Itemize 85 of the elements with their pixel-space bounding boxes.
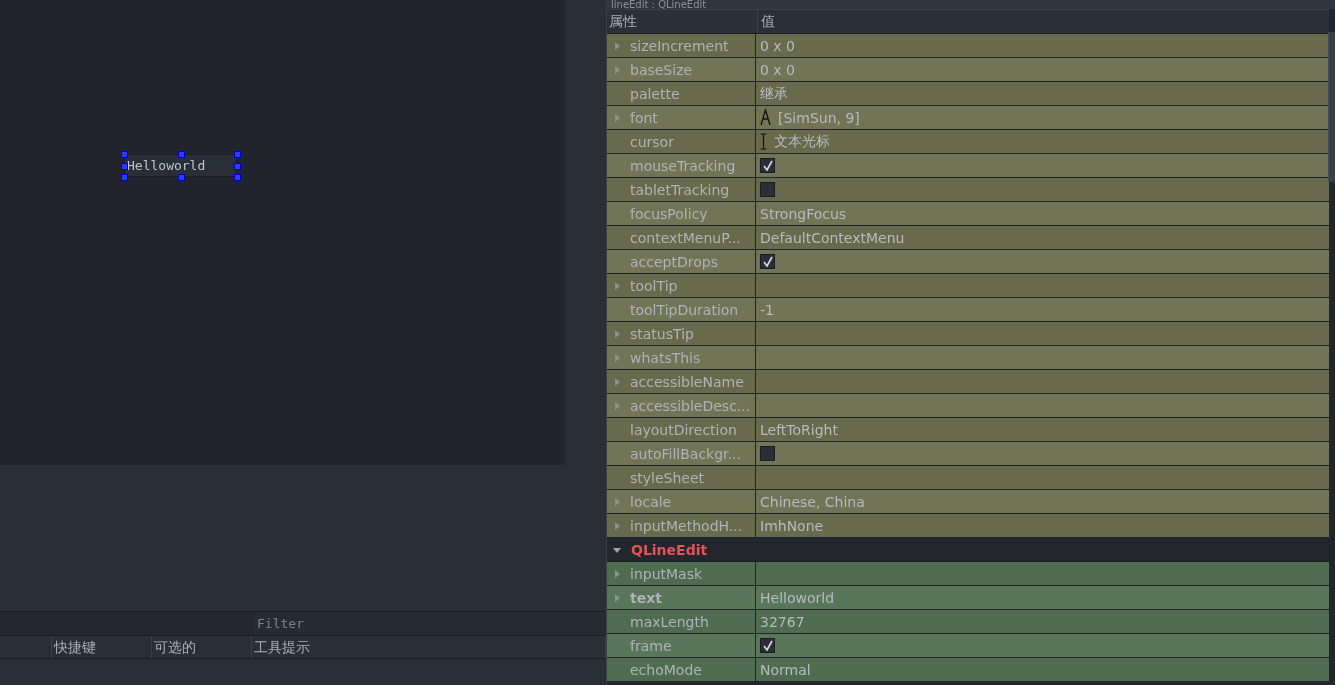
property-row[interactable]: mouseTracking — [607, 154, 1329, 178]
property-value: Helloworld — [760, 589, 835, 606]
property-row[interactable]: accessibleDesc... — [607, 394, 1329, 418]
property-name: text — [630, 589, 662, 606]
property-name: font — [630, 109, 658, 126]
property-name: tabletTracking — [630, 181, 730, 198]
property-name: locale — [630, 493, 672, 510]
property-value: 0 x 0 — [760, 37, 795, 54]
property-row[interactable]: acceptDrops — [607, 250, 1329, 274]
property-name: accessibleDesc... — [630, 397, 751, 414]
property-name: autoFillBackgr... — [630, 445, 741, 462]
filter-field[interactable]: Filter — [254, 612, 606, 635]
property-name: sizeIncrement — [630, 37, 729, 54]
property-name: accessibleName — [630, 373, 744, 390]
line-edit[interactable]: Helloworld — [124, 154, 237, 177]
property-row[interactable]: frame — [607, 634, 1329, 658]
property-name: palette — [630, 85, 680, 102]
property-value: Normal — [760, 661, 811, 678]
property-name: baseSize — [630, 61, 693, 78]
property-row[interactable]: font [SimSun, 9] — [607, 106, 1329, 130]
property-name: acceptDrops — [630, 253, 718, 270]
property-value: ImhNone — [760, 517, 824, 534]
property-value: 文本光标 — [774, 132, 830, 151]
property-name: mouseTracking — [630, 157, 736, 174]
property-name: maxLength — [630, 613, 709, 630]
property-value: Chinese, China — [760, 493, 865, 510]
property-value: StrongFocus — [760, 205, 847, 222]
font-icon — [760, 109, 771, 126]
property-value: 32767 — [760, 613, 805, 630]
property-name: cursor — [630, 133, 674, 150]
resize-handle[interactable] — [177, 151, 185, 158]
resize-handle[interactable] — [177, 174, 185, 181]
property-row[interactable]: focusPolicy StrongFocus — [607, 202, 1329, 226]
property-row[interactable]: inputMethodH... ImhNone — [607, 514, 1329, 538]
property-row[interactable]: sizeIncrement 0 x 0 — [607, 34, 1329, 58]
property-value: DefaultContextMenu — [760, 229, 905, 246]
property-value: 0 x 0 — [760, 61, 795, 78]
checkbox[interactable] — [760, 446, 775, 461]
column-header[interactable]: 属性 — [607, 10, 758, 33]
checkbox[interactable] — [760, 254, 775, 269]
property-row[interactable]: text Helloworld — [607, 586, 1329, 610]
property-row[interactable]: contextMenuP... DefaultContextMenu — [607, 226, 1329, 250]
checkbox[interactable] — [760, 182, 775, 197]
property-row[interactable]: palette 继承 — [607, 82, 1329, 106]
scrollbar[interactable] — [1328, 32, 1335, 182]
group-name: QLineEdit — [631, 541, 708, 558]
property-name: layoutDirection — [630, 421, 737, 438]
property-value: -1 — [760, 301, 774, 318]
property-name: toolTip — [630, 277, 678, 294]
property-name: statusTip — [630, 325, 694, 342]
property-name: frame — [630, 637, 672, 654]
column-header[interactable]: 快捷键 — [52, 636, 152, 658]
column-header[interactable]: 可选的 — [152, 636, 252, 658]
property-name: styleSheet — [630, 469, 705, 486]
property-name: toolTipDuration — [630, 301, 739, 318]
property-row[interactable]: locale Chinese, China — [607, 490, 1329, 514]
property-name: inputMask — [630, 565, 703, 582]
panel-title: lineEdit : QLineEdit — [607, 0, 1335, 9]
property-row[interactable]: toolTip — [607, 274, 1329, 298]
property-row[interactable]: baseSize 0 x 0 — [607, 58, 1329, 82]
property-value: 继承 — [760, 84, 788, 103]
text-cursor-icon — [760, 133, 767, 150]
property-name: inputMethodH... — [630, 517, 743, 534]
property-row[interactable]: whatsThis — [607, 346, 1329, 370]
property-value: LeftToRight — [760, 421, 838, 438]
property-row[interactable]: styleSheet — [607, 466, 1329, 490]
expand-arrow-icon[interactable] — [613, 545, 621, 554]
property-row[interactable]: accessibleName — [607, 370, 1329, 394]
property-name: contextMenuP... — [630, 229, 741, 246]
property-value: [SimSun, 9] — [778, 109, 860, 126]
property-row[interactable]: tabletTracking — [607, 178, 1329, 202]
property-row[interactable]: autoFillBackgr... — [607, 442, 1329, 466]
property-row[interactable]: maxLength 32767 — [607, 610, 1329, 634]
property-name: focusPolicy — [630, 205, 708, 222]
property-row[interactable]: inputMask — [607, 562, 1329, 586]
property-name: whatsThis — [630, 349, 701, 366]
property-row[interactable]: toolTipDuration -1 — [607, 298, 1329, 322]
property-row[interactable]: echoMode Normal — [607, 658, 1329, 682]
property-row[interactable]: statusTip — [607, 322, 1329, 346]
column-header[interactable]: 值 — [758, 10, 775, 33]
property-row[interactable]: layoutDirection LeftToRight — [607, 418, 1329, 442]
checkbox[interactable] — [760, 158, 775, 173]
checkbox[interactable] — [760, 638, 775, 653]
property-name: echoMode — [630, 661, 702, 678]
property-row[interactable]: cursor 文本光标 — [607, 130, 1329, 154]
